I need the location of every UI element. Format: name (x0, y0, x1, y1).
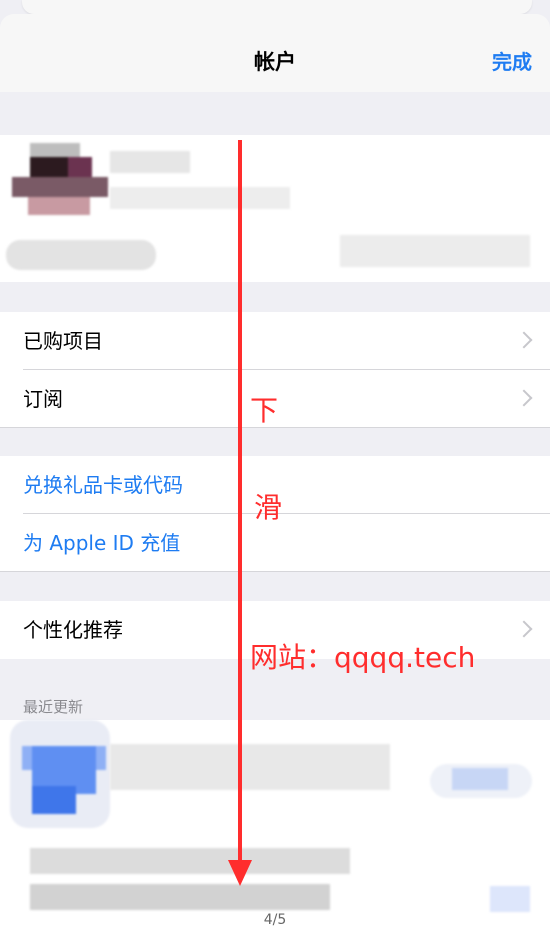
app-row3-blurred (30, 884, 330, 910)
annotation-slide: 滑 (254, 491, 283, 524)
row-subscriptions-label: 订阅 (23, 387, 63, 411)
profile-id-right-blurred (340, 235, 530, 267)
navigation-bar: 帐户 完成 (0, 14, 550, 92)
row-purchased-label: 已购项目 (23, 329, 103, 353)
profile-name-blurred (110, 151, 190, 173)
row-add-funds-label: 为 Apple ID 充值 (23, 531, 181, 555)
avatar (12, 143, 108, 227)
page-indicator: 4/5 (263, 912, 287, 928)
swipe-down-arrow-line (238, 140, 242, 870)
swipe-down-arrow-head (228, 860, 252, 886)
annotation-website: 网站：qqqq.tech (250, 641, 476, 674)
app-row3-accent-blurred (490, 886, 530, 912)
chevron-right-icon (515, 331, 533, 349)
profile-section[interactable] (0, 135, 550, 282)
profile-id-left-blurred (6, 240, 156, 270)
chevron-right-icon (515, 620, 533, 638)
profile-email-blurred (110, 187, 290, 209)
row-personalized-label: 个性化推荐 (23, 618, 123, 642)
row-redeem-label: 兑换礼品卡或代码 (23, 473, 183, 497)
chevron-right-icon (515, 389, 533, 407)
page-title: 帐户 (254, 50, 296, 74)
update-button-accent-blurred (452, 768, 508, 790)
app-row2-blurred (30, 848, 350, 874)
sheet-stack-edge (22, 0, 532, 14)
recent-updates-header: 最近更新 (23, 698, 84, 716)
done-button[interactable]: 完成 (492, 52, 532, 72)
row-purchased[interactable]: 已购项目 (0, 312, 550, 370)
app-icon-blurred (10, 720, 110, 828)
annotation-down: 下 (250, 394, 279, 427)
app-name-blurred (110, 744, 390, 790)
account-sheet: 帐户 完成 已购项目 订阅 兑换礼品卡或代码 为 Apple ID 充值 个性化… (0, 0, 550, 946)
